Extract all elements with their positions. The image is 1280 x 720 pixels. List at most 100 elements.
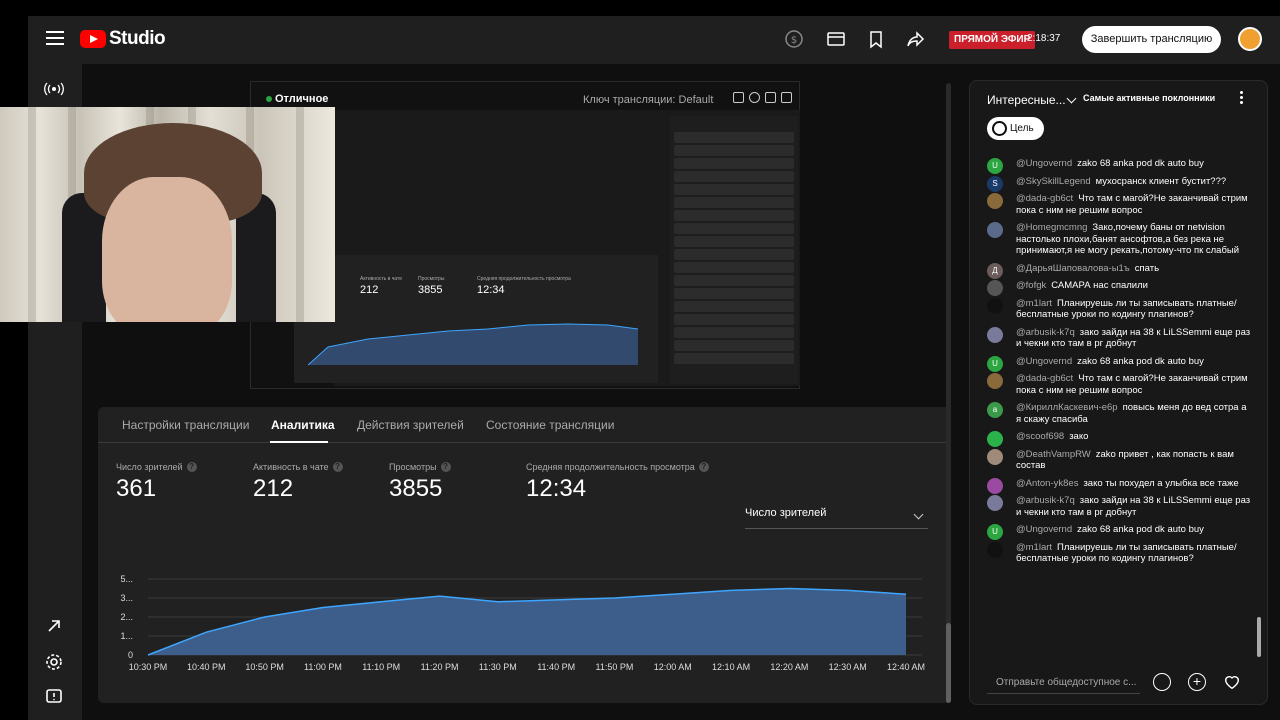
- hourglass-icon[interactable]: [765, 92, 776, 103]
- chat-author[interactable]: @fofgk: [1016, 280, 1046, 291]
- chat-author[interactable]: @КириллКаскевич-е6р: [1016, 402, 1118, 413]
- chat-author[interactable]: @DeathVampRW: [1016, 449, 1091, 460]
- tab-stream-health[interactable]: Состояние трансляции: [486, 418, 614, 432]
- avatar[interactable]: [987, 541, 1003, 558]
- top-fans-filter[interactable]: Самые активные поклонники: [1083, 93, 1215, 103]
- emoji-icon[interactable]: [1153, 673, 1171, 691]
- chat-text: zako 68 anka pod dk auto buy: [1077, 524, 1204, 535]
- external-link-icon[interactable]: [44, 616, 64, 636]
- tab-bar: Настройки трансляции Аналитика Действия …: [98, 407, 951, 443]
- chat-scrollbar[interactable]: [1257, 617, 1261, 657]
- chat-message[interactable]: @arbusik-k7q зако зайди на 38 к LiLSSemmi…: [970, 495, 1267, 518]
- tab-viewer-actions[interactable]: Действия зрителей: [357, 418, 464, 432]
- chat-message-input[interactable]: Отправьте общедоступное с...: [987, 672, 1140, 694]
- avatar[interactable]: S: [987, 175, 1003, 192]
- chat-author[interactable]: @Anton-yk8es: [1016, 478, 1078, 489]
- live-chat-panel: Интересные... Самые активные поклонники …: [969, 80, 1268, 705]
- goal-button[interactable]: Цель: [987, 117, 1044, 140]
- monetization-icon[interactable]: $: [784, 29, 804, 49]
- avatar[interactable]: [987, 495, 1003, 511]
- settings-gear-icon[interactable]: [44, 652, 64, 672]
- chat-message[interactable]: а @КириллКаскевич-е6р повысь меня до вед с…: [970, 402, 1267, 425]
- avatar[interactable]: [987, 297, 1003, 314]
- chat-message[interactable]: S @SkySkillLegend мухосранск клиент бустит…: [970, 175, 1267, 192]
- help-icon[interactable]: ?: [440, 462, 451, 472]
- chat-message[interactable]: @Homegmcmng Зако,почему баны от netvision…: [970, 222, 1267, 257]
- chat-author[interactable]: @m1lart: [1016, 298, 1052, 309]
- live-broadcast-icon[interactable]: [44, 79, 64, 99]
- studio-logo[interactable]: Studio: [80, 28, 166, 50]
- more-options-icon[interactable]: [1240, 91, 1244, 107]
- chat-message[interactable]: @m1lart Планируешь ли ты записывать платн…: [970, 541, 1267, 565]
- chat-message[interactable]: Д @ДарьяШаповалова-ы1ъ спать: [970, 262, 1267, 279]
- avatar[interactable]: а: [987, 402, 1003, 418]
- avatar[interactable]: Д: [987, 262, 1003, 279]
- chat-message[interactable]: @DeathVampRW zako привет , как попасть к …: [970, 448, 1267, 472]
- feedback-icon[interactable]: [44, 687, 64, 707]
- chat-message[interactable]: @scoof698 зако: [970, 431, 1267, 447]
- metric-dropdown[interactable]: Число зрителей: [745, 507, 928, 529]
- avatar[interactable]: [987, 373, 1003, 389]
- end-stream-button[interactable]: Завершить трансляцию: [1082, 26, 1221, 53]
- account-avatar[interactable]: [1238, 27, 1262, 51]
- heart-icon[interactable]: [1223, 673, 1241, 691]
- chat-text: zako 68 anka pod dk auto buy: [1077, 355, 1204, 367]
- chat-author[interactable]: @Homegmcmng: [1016, 222, 1087, 233]
- chat-author[interactable]: @scoof698: [1016, 431, 1064, 442]
- avatar[interactable]: U: [987, 524, 1003, 540]
- help-icon[interactable]: ?: [698, 462, 709, 472]
- chat-author[interactable]: @arbusik-k7q: [1016, 495, 1075, 506]
- goal-icon: [992, 121, 1007, 136]
- avatar[interactable]: [987, 477, 1003, 494]
- x-tick-label: 12:30 AM: [829, 662, 867, 672]
- x-tick-label: 10:30 PM: [129, 662, 168, 672]
- metric-views-label: Просмотры?: [389, 462, 451, 472]
- chat-message[interactable]: @dada-gb6ct Что там с магой?Не заканчивай…: [970, 193, 1267, 216]
- chevron-down-icon[interactable]: [1066, 93, 1077, 104]
- avatar[interactable]: [987, 193, 1003, 209]
- bookmark-icon[interactable]: [866, 29, 886, 49]
- chat-message[interactable]: @Anton-yk8es зако ты похудел а улыбка все…: [970, 477, 1267, 494]
- clapper-icon[interactable]: [826, 29, 846, 49]
- avatar[interactable]: [987, 448, 1003, 465]
- avatar[interactable]: [987, 222, 1003, 238]
- metric-viewers-value: 361: [116, 475, 157, 502]
- tab-analytics[interactable]: Аналитика: [271, 418, 335, 432]
- main-scrollbar[interactable]: [946, 83, 951, 703]
- chat-author[interactable]: @m1lart: [1016, 542, 1052, 553]
- add-icon[interactable]: +: [1188, 673, 1206, 691]
- chat-message[interactable]: U @Ungovernd zako 68 anka pod dk auto buy: [970, 158, 1267, 174]
- help-icon[interactable]: ?: [332, 462, 343, 472]
- chat-author[interactable]: @arbusik-k7q: [1016, 327, 1075, 338]
- avatar[interactable]: U: [987, 355, 1003, 372]
- share-icon[interactable]: [906, 29, 926, 49]
- duplicate-icon[interactable]: [781, 92, 792, 103]
- avatar[interactable]: [987, 431, 1003, 447]
- hamburger-menu-icon[interactable]: [46, 31, 64, 47]
- chat-author[interactable]: @Ungovernd: [1016, 356, 1072, 367]
- chat-message[interactable]: @m1lart Планируешь ли ты записывать платн…: [970, 297, 1267, 321]
- help-icon[interactable]: ?: [186, 462, 197, 472]
- chat-mode-selector[interactable]: Интересные...: [987, 93, 1066, 107]
- chat-message[interactable]: U @Ungovernd zako 68 anka pod dk auto buy: [970, 355, 1267, 372]
- avatar[interactable]: U: [987, 158, 1003, 174]
- avatar[interactable]: [987, 326, 1003, 343]
- chat-author[interactable]: @Ungovernd: [1016, 524, 1072, 535]
- copy-icon[interactable]: [733, 92, 744, 103]
- nested-chat-capture: [670, 116, 798, 384]
- chat-text: зако ты похудел а улыбка все таже: [1083, 477, 1239, 489]
- chat-text: зако: [1069, 431, 1089, 442]
- chat-message[interactable]: @arbusik-k7q зако зайди на 38 к LiLSSemmi…: [970, 326, 1267, 350]
- chat-author[interactable]: @SkySkillLegend: [1016, 176, 1091, 187]
- chat-author[interactable]: @dada-gb6ct: [1016, 193, 1073, 204]
- chat-message[interactable]: @fofgk САМАРА нас спалили: [970, 280, 1267, 296]
- stream-key-selector[interactable]: Ключ трансляции: Default: [583, 94, 713, 106]
- tab-stream-settings[interactable]: Настройки трансляции: [122, 418, 249, 432]
- chat-author[interactable]: @dada-gb6ct: [1016, 373, 1073, 384]
- chat-author[interactable]: @ДарьяШаповалова-ы1ъ: [1016, 263, 1130, 274]
- chat-message[interactable]: U @Ungovernd zako 68 anka pod dk auto buy: [970, 524, 1267, 540]
- chat-author[interactable]: @Ungovernd: [1016, 158, 1072, 169]
- chat-message[interactable]: @dada-gb6ct Что там с магой?Не заканчивай…: [970, 373, 1267, 396]
- refresh-icon[interactable]: [749, 92, 760, 103]
- avatar[interactable]: [987, 280, 1003, 296]
